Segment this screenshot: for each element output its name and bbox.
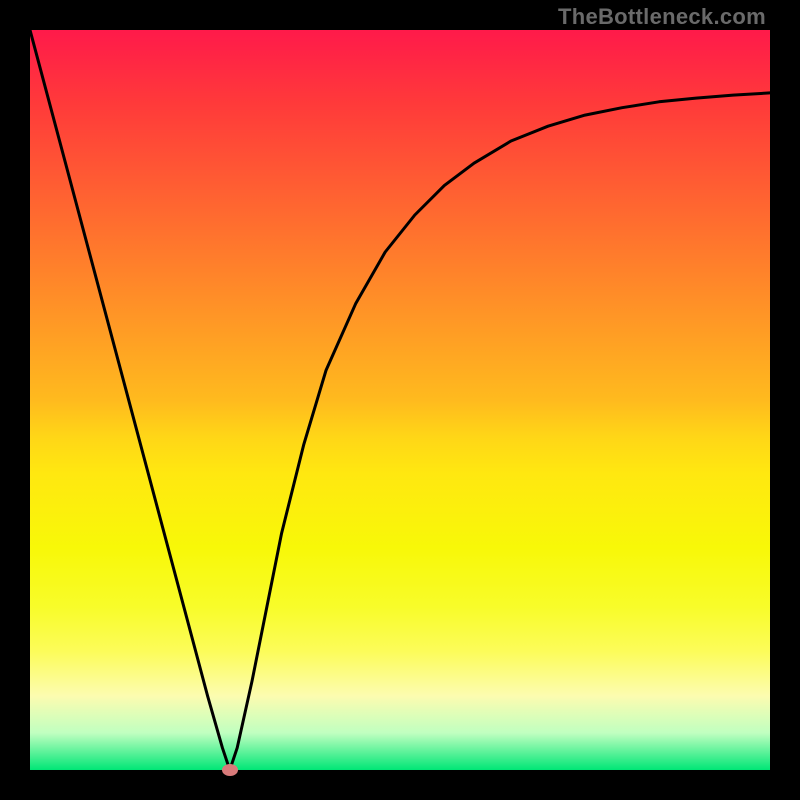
watermark-text: TheBottleneck.com [558,4,766,30]
minimum-marker [222,764,238,776]
plot-area [30,30,770,770]
bottleneck-curve [30,30,770,770]
chart-frame: TheBottleneck.com [0,0,800,800]
